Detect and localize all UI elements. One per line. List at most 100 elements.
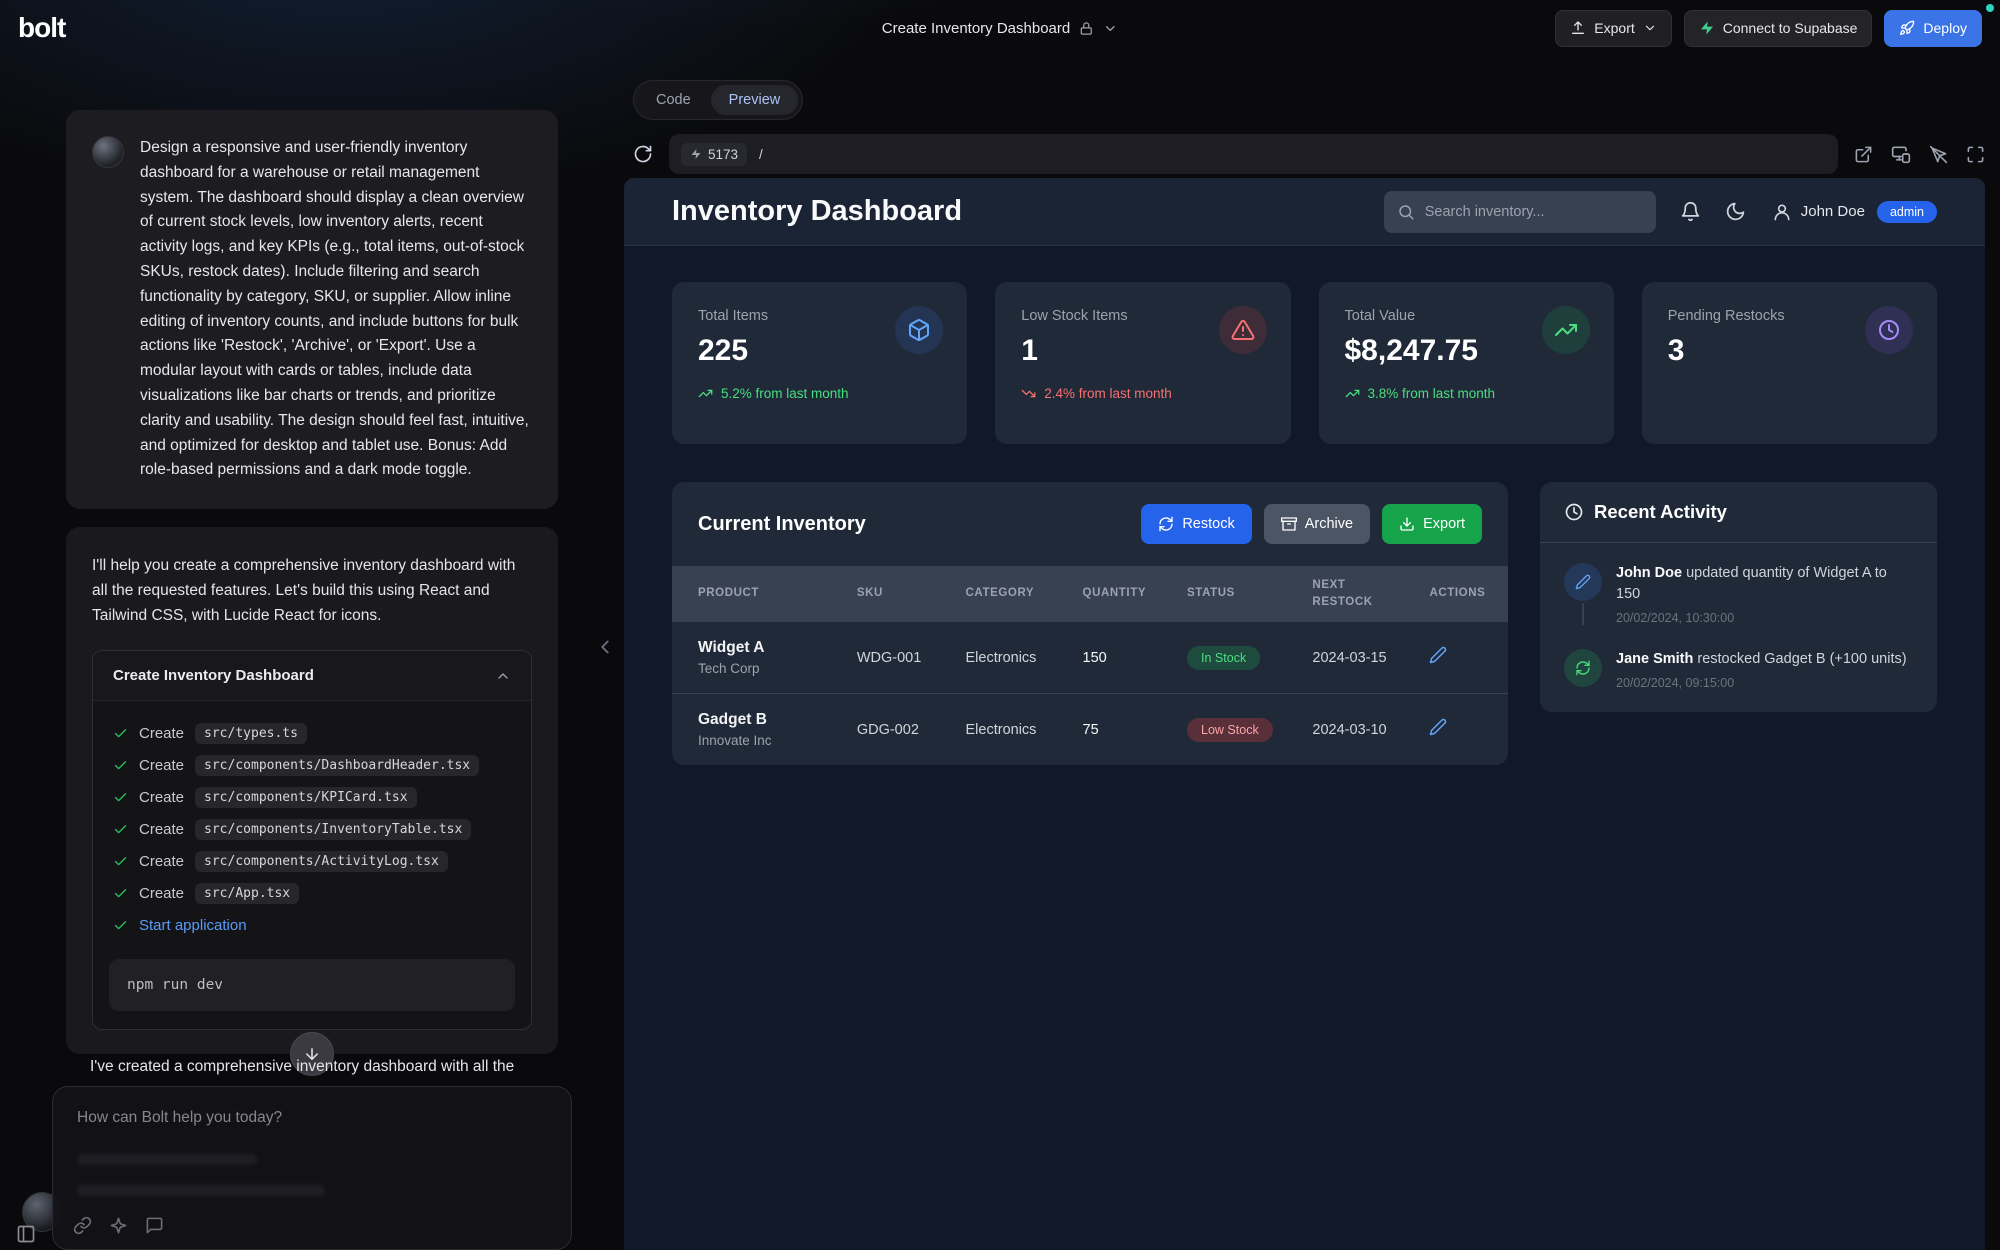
trending-up-icon	[1542, 306, 1590, 354]
project-title-menu[interactable]: Create Inventory Dashboard	[882, 0, 1118, 56]
sidebar-toggle-button[interactable]	[16, 1224, 36, 1244]
assistant-intro-text: I'll help you create a comprehensive inv…	[92, 553, 532, 628]
supabase-bolt-icon	[1699, 20, 1715, 36]
user-menu[interactable]: John Doe	[1772, 202, 1865, 222]
start-application-link[interactable]: Start application	[139, 917, 247, 934]
table-row: Widget A Tech Corp WDG-001 Electronics 1…	[672, 622, 1508, 694]
pencil-icon	[1429, 718, 1447, 736]
archive-button[interactable]: Archive	[1264, 504, 1370, 544]
maximize-icon	[1966, 145, 1985, 164]
export-menu-button[interactable]: Export	[1555, 10, 1671, 47]
step-file[interactable]: src/App.tsx	[195, 883, 299, 904]
reload-button[interactable]	[633, 144, 653, 164]
project-title: Create Inventory Dashboard	[882, 20, 1070, 37]
kpi-card-total-value: Total Value $8,247.75 3.8% from last mon…	[1319, 282, 1614, 444]
restock-button[interactable]: Restock	[1141, 504, 1251, 544]
activity-text: Jane Smith restocked Gadget B (+100 unit…	[1616, 649, 1907, 670]
faded-suggestion	[77, 1154, 257, 1165]
collapse-chat-handle[interactable]	[594, 636, 616, 658]
port-chip[interactable]: 5173	[681, 143, 747, 166]
chevron-left-icon	[594, 636, 616, 658]
column-header-quantity: QUANTITY	[1057, 566, 1162, 622]
artifact-step: Create src/components/ActivityLog.tsx	[113, 845, 511, 877]
connect-supabase-button[interactable]: Connect to Supabase	[1684, 10, 1873, 47]
devices-icon	[1891, 144, 1911, 164]
edit-row-button[interactable]	[1429, 646, 1447, 664]
kpi-delta: 2.4% from last month	[1021, 386, 1264, 401]
preview-toolbar-icons	[1854, 144, 1985, 164]
activity-item: Jane Smith restocked Gadget B (+100 unit…	[1564, 649, 1913, 690]
artifact-step: Create src/types.ts	[113, 717, 511, 749]
inventory-panel: Current Inventory Restock Archive Exp	[672, 482, 1508, 765]
port-icon	[690, 148, 702, 160]
cursor-off-icon	[1929, 145, 1948, 164]
step-file[interactable]: src/components/DashboardHeader.tsx	[195, 755, 479, 776]
artifact-panel: Create Inventory Dashboard Create src/ty…	[92, 650, 532, 1030]
search-box[interactable]	[1384, 191, 1656, 233]
tab-preview[interactable]: Preview	[711, 85, 799, 115]
sparkles-icon	[109, 1216, 128, 1235]
quantity-cell[interactable]: 75	[1057, 694, 1162, 766]
open-external-button[interactable]	[1854, 145, 1873, 164]
workbench-tabs: Code Preview	[633, 80, 803, 120]
tab-code[interactable]: Code	[638, 85, 709, 115]
faded-suggestion	[77, 1185, 325, 1196]
activity-text: John Doe updated quantity of Widget A to…	[1616, 563, 1913, 605]
package-icon	[895, 306, 943, 354]
quantity-cell[interactable]: 150	[1057, 622, 1162, 694]
role-badge: admin	[1877, 201, 1937, 223]
terminal-command: npm run dev	[109, 959, 515, 1011]
product-supplier: Tech Corp	[698, 661, 831, 676]
kpi-card-low-stock: Low Stock Items 1 2.4% from last month	[995, 282, 1290, 444]
check-icon	[113, 758, 128, 773]
port-number: 5173	[708, 147, 738, 162]
enhance-prompt-button[interactable]	[109, 1216, 128, 1235]
chat-input[interactable]	[77, 1109, 547, 1133]
column-header-actions: ACTIONS	[1403, 566, 1508, 622]
notifications-button[interactable]	[1680, 201, 1701, 222]
step-file[interactable]: src/components/KPICard.tsx	[195, 787, 417, 808]
kpi-delta-text: 2.4% from last month	[1044, 386, 1172, 401]
step-file[interactable]: src/components/ActivityLog.tsx	[195, 851, 448, 872]
dark-mode-toggle[interactable]	[1725, 201, 1746, 222]
topbar-actions: Export Connect to Supabase Deploy	[1555, 10, 1982, 47]
export-button[interactable]: Export	[1382, 504, 1482, 544]
artifact-header[interactable]: Create Inventory Dashboard	[93, 651, 531, 701]
refresh-icon	[1158, 516, 1174, 532]
table-row: Gadget B Innovate Inc GDG-002 Electronic…	[672, 694, 1508, 766]
clock-icon	[1564, 502, 1584, 522]
check-icon	[113, 726, 128, 741]
device-preview-button[interactable]	[1891, 144, 1911, 164]
chat-input-panel	[52, 1086, 572, 1250]
chat-mode-button[interactable]	[145, 1216, 164, 1235]
user-avatar	[92, 136, 124, 168]
bell-icon	[1680, 201, 1701, 222]
attach-link-button[interactable]	[73, 1216, 92, 1235]
user-message-text: Design a responsive and user-friendly in…	[140, 136, 532, 483]
inventory-header: Current Inventory Restock Archive Exp	[672, 482, 1508, 566]
search-input[interactable]	[1425, 204, 1643, 220]
pencil-icon	[1429, 646, 1447, 664]
activity-timestamp: 20/02/2024, 09:15:00	[1616, 676, 1907, 690]
step-file[interactable]: src/types.ts	[195, 723, 307, 744]
edit-row-button[interactable]	[1429, 718, 1447, 736]
product-name: Widget A	[698, 639, 831, 657]
bolt-logo[interactable]: bolt	[18, 12, 65, 44]
sku-cell: WDG-001	[831, 622, 940, 694]
step-action: Create	[139, 885, 184, 902]
user-message: Design a responsive and user-friendly in…	[66, 110, 558, 509]
check-icon	[113, 822, 128, 837]
inspector-toggle-button[interactable]	[1929, 145, 1948, 164]
chat-input-toolbar	[73, 1216, 164, 1235]
status-badge: Low Stock	[1187, 718, 1273, 742]
chevron-up-icon[interactable]	[495, 668, 511, 684]
url-bar[interactable]: 5173 /	[669, 134, 1838, 174]
deploy-button[interactable]: Deploy	[1884, 10, 1982, 47]
step-file[interactable]: src/components/InventoryTable.tsx	[195, 819, 471, 840]
rocket-icon	[1899, 20, 1915, 36]
category-cell: Electronics	[940, 694, 1057, 766]
timeline-connector	[1582, 603, 1584, 625]
kpi-card-total-items: Total Items 225 5.2% from last month	[672, 282, 967, 444]
fullscreen-button[interactable]	[1966, 145, 1985, 164]
column-header-category: CATEGORY	[940, 566, 1057, 622]
